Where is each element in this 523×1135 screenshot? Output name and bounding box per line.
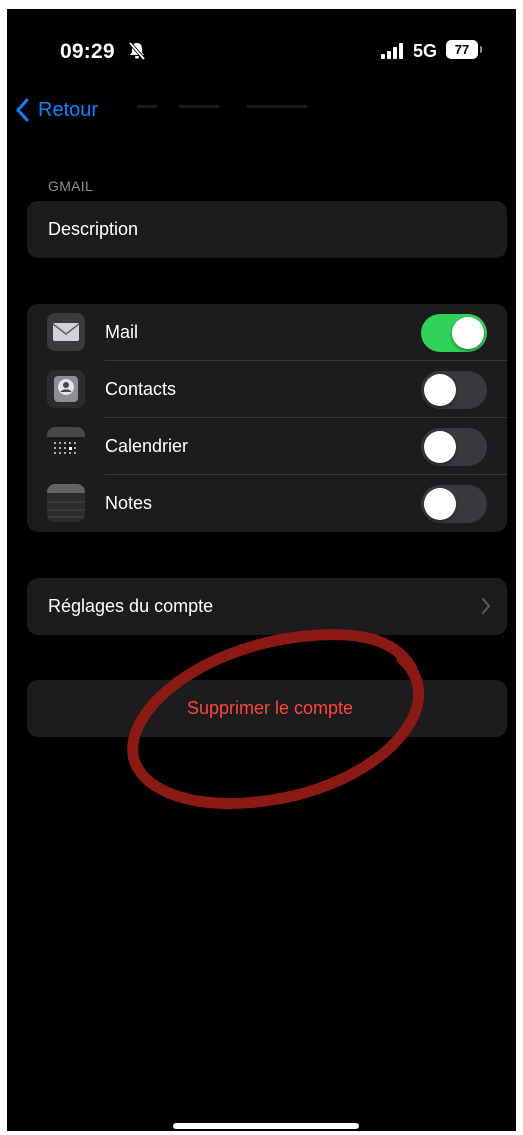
redaction-mark bbox=[137, 105, 157, 108]
calendar-toggle[interactable] bbox=[421, 428, 487, 466]
account-settings-group: Réglages du compte bbox=[27, 578, 507, 635]
delete-account-group: Supprimer le compte bbox=[27, 680, 507, 737]
service-row-contacts: Contacts bbox=[27, 361, 507, 418]
battery-cap bbox=[480, 46, 482, 53]
contacts-icon bbox=[47, 370, 85, 408]
network-type: 5G bbox=[413, 41, 438, 61]
service-label: Notes bbox=[105, 493, 153, 513]
toggle-knob bbox=[424, 488, 456, 520]
back-button[interactable]: Retour bbox=[16, 95, 98, 125]
account-settings-label: Réglages du compte bbox=[48, 596, 214, 616]
service-label: Calendrier bbox=[105, 436, 189, 456]
phone-screen: 09:29 5G 77 Retour GMAIL Description Mai… bbox=[7, 9, 516, 1131]
description-group: Description bbox=[27, 201, 507, 258]
notes-icon bbox=[47, 484, 85, 522]
signal-bars-icon bbox=[381, 43, 403, 59]
redaction-mark bbox=[247, 105, 307, 108]
services-group: Mail Contacts Calendrier Notes bbox=[27, 304, 507, 532]
toggle-knob bbox=[452, 317, 484, 349]
chevron-right-icon bbox=[482, 598, 490, 614]
contacts-toggle[interactable] bbox=[421, 371, 487, 409]
back-label: Retour bbox=[38, 98, 99, 121]
delete-account-label: Supprimer le compte bbox=[186, 698, 354, 718]
bell-slash-icon bbox=[128, 41, 146, 61]
home-indicator bbox=[173, 1123, 359, 1129]
description-field[interactable]: Description bbox=[27, 201, 507, 258]
redaction-mark bbox=[179, 105, 219, 108]
calendar-icon bbox=[47, 427, 85, 465]
chevron-left-icon bbox=[16, 98, 29, 122]
mail-toggle[interactable] bbox=[421, 314, 487, 352]
section-header: GMAIL bbox=[48, 178, 94, 194]
toggle-knob bbox=[424, 374, 456, 406]
service-row-mail: Mail bbox=[27, 304, 507, 361]
mail-icon bbox=[47, 313, 85, 351]
battery-level: 77 bbox=[454, 42, 470, 57]
delete-account-button[interactable]: Supprimer le compte bbox=[27, 680, 507, 737]
battery-icon: 77 bbox=[446, 40, 478, 59]
toggle-knob bbox=[424, 431, 456, 463]
service-row-notes: Notes bbox=[27, 475, 507, 532]
service-label: Contacts bbox=[105, 379, 177, 399]
service-row-calendar: Calendrier bbox=[27, 418, 507, 475]
notes-toggle[interactable] bbox=[421, 485, 487, 523]
account-settings-row[interactable]: Réglages du compte bbox=[27, 578, 507, 635]
description-label: Description bbox=[48, 219, 139, 239]
service-label: Mail bbox=[105, 322, 139, 342]
status-time: 09:29 bbox=[60, 40, 115, 63]
